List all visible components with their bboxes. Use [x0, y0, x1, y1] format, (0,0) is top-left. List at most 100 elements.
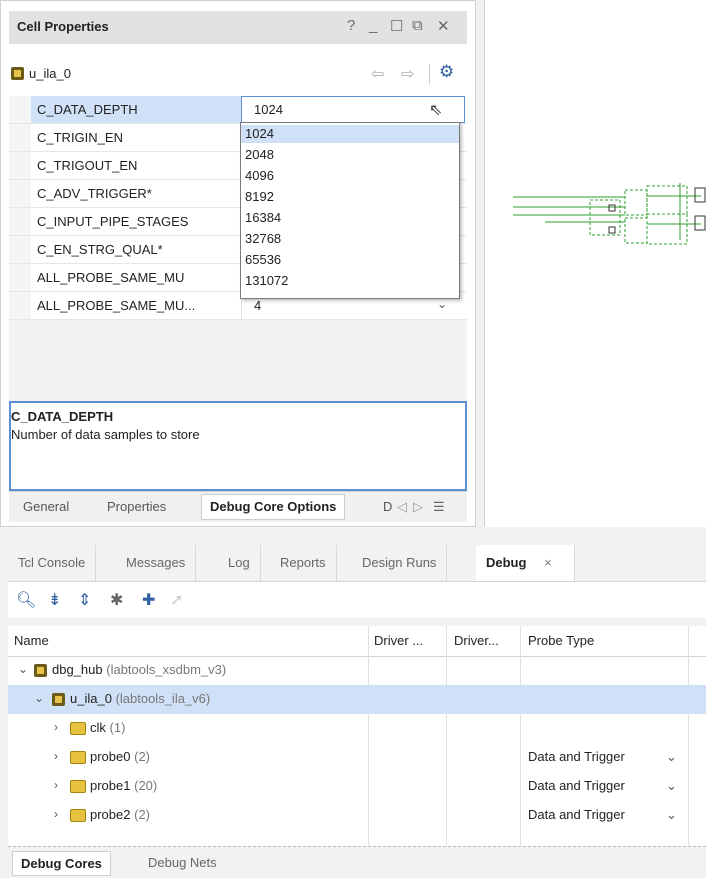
- property-name: C_EN_STRG_QUAL*: [37, 242, 163, 257]
- property-value: 1024: [254, 102, 283, 117]
- dropdown-option[interactable]: 131072: [241, 272, 459, 290]
- property-value: 4: [254, 298, 262, 313]
- gear-icon[interactable]: ⚙: [439, 62, 454, 82]
- probe-icon: [70, 809, 86, 823]
- chevron-down-icon[interactable]: ⌄: [666, 778, 677, 794]
- schematic-view[interactable]: [484, 0, 706, 527]
- back-arrow-icon[interactable]: ⇦: [371, 64, 384, 84]
- property-name: C_TRIGIN_EN: [37, 130, 123, 145]
- forward-arrow-icon[interactable]: ⇨: [401, 64, 414, 84]
- column-header-probe-type[interactable]: Probe Type: [528, 633, 594, 648]
- probe-type-value[interactable]: Data and Trigger: [528, 807, 625, 822]
- tab-log[interactable]: Log: [218, 545, 261, 581]
- tab-debug-label: Debug: [486, 555, 527, 570]
- column-header-name[interactable]: Name: [14, 633, 49, 648]
- tab-debug[interactable]: Debug ×: [476, 545, 575, 581]
- dropdown-option[interactable]: 2048: [241, 146, 459, 164]
- tab-tcl-console[interactable]: Tcl Console: [8, 545, 97, 581]
- row-gutter: [9, 180, 31, 207]
- tab-truncated[interactable]: D: [383, 499, 392, 514]
- tab-general[interactable]: General: [23, 499, 69, 514]
- row-gutter: [9, 208, 31, 235]
- row-gutter: [9, 292, 31, 319]
- tab-reports[interactable]: Reports: [270, 545, 337, 581]
- cell-chip-icon: [11, 67, 24, 80]
- toolbar-divider: [429, 64, 430, 84]
- data-depth-dropdown-list: 1024 2048 4096 8192 16384 32768 65536 13…: [240, 122, 460, 299]
- bug-icon[interactable]: ✱: [110, 590, 123, 610]
- dropdown-option[interactable]: 8192: [241, 188, 459, 206]
- table-row[interactable]: › clk (1): [8, 714, 706, 743]
- help-icon[interactable]: ?: [347, 17, 355, 34]
- object-row: u_ila_0 ⇦ ⇨ ⚙: [9, 59, 467, 89]
- disabled-action-icon[interactable]: ➚: [170, 590, 183, 610]
- tab-messages[interactable]: Messages: [116, 545, 197, 581]
- tab-debug-core-options[interactable]: Debug Core Options: [201, 494, 346, 520]
- bottom-panel-tabbar: Tcl Console Messages Log Reports Design …: [8, 545, 706, 582]
- add-icon[interactable]: ✚: [142, 590, 155, 610]
- property-row[interactable]: C_DATA_DEPTH 1024 ⇖: [9, 96, 467, 124]
- row-gutter: [9, 264, 31, 291]
- row-name: probe1 (20): [70, 778, 157, 794]
- chevron-down-icon[interactable]: ⌄: [666, 807, 677, 823]
- table-row[interactable]: › probe1 (20) Data and Trigger ⌄: [8, 772, 706, 801]
- probe-icon: [70, 780, 86, 794]
- property-name: ALL_PROBE_SAME_MU: [37, 270, 185, 285]
- table-row[interactable]: ⌄ dbg_hub (labtools_xsdbm_v3): [8, 656, 706, 685]
- chevron-right-icon[interactable]: ›: [54, 778, 58, 792]
- dropdown-option[interactable]: 32768: [241, 230, 459, 248]
- dropdown-option[interactable]: 65536: [241, 251, 459, 269]
- chevron-down-icon[interactable]: ⌄: [437, 297, 447, 311]
- description-text: Number of data samples to store: [11, 427, 200, 442]
- dropdown-option[interactable]: 1024: [241, 125, 459, 143]
- tab-debug-cores[interactable]: Debug Cores: [12, 851, 111, 876]
- collapse-all-icon[interactable]: ⇟: [48, 590, 61, 610]
- chevron-down-icon[interactable]: ⌄: [666, 749, 677, 765]
- table-row[interactable]: ⌄ u_ila_0 (labtools_ila_v6): [8, 685, 706, 714]
- tab-scroll-left-icon[interactable]: ◁: [397, 499, 407, 515]
- table-row[interactable]: › probe0 (2) Data and Trigger ⌄: [8, 743, 706, 772]
- chevron-right-icon[interactable]: ›: [54, 749, 58, 763]
- ila-chip-icon: [52, 693, 65, 706]
- search-icon[interactable]: 🔍︎: [16, 590, 36, 610]
- tab-scroll-right-icon[interactable]: ▷: [413, 499, 423, 515]
- probe-type-value[interactable]: Data and Trigger: [528, 749, 625, 764]
- table-header: Name Driver ... Driver... Probe Type: [8, 626, 706, 657]
- row-name: dbg_hub (labtools_xsdbm_v3): [52, 662, 227, 677]
- chevron-right-icon[interactable]: ›: [54, 807, 58, 821]
- debug-subtabbar: Debug Cores Debug Nets: [8, 846, 706, 878]
- expand-all-icon[interactable]: ⇕: [78, 590, 91, 610]
- debug-toolbar: 🔍︎ ⇟ ⇕ ✱ ✚ ➚: [8, 582, 706, 618]
- tab-debug-nets[interactable]: Debug Nets: [140, 851, 225, 874]
- chevron-right-icon[interactable]: ›: [54, 720, 58, 734]
- property-name: C_TRIGOUT_EN: [37, 158, 138, 173]
- schematic-drawing: [513, 183, 706, 245]
- chevron-down-icon[interactable]: ⌄: [18, 662, 28, 676]
- dropdown-option[interactable]: 16384: [241, 209, 459, 227]
- table-row[interactable]: › probe2 (2) Data and Trigger ⌄: [8, 801, 706, 830]
- maximize-icon[interactable]: ☐: [390, 17, 403, 35]
- close-icon[interactable]: ×: [544, 555, 552, 570]
- hub-chip-icon: [34, 664, 47, 677]
- minimize-icon[interactable]: _: [369, 17, 377, 34]
- window-title: Cell Properties: [17, 19, 109, 34]
- property-description: C_DATA_DEPTH Number of data samples to s…: [9, 401, 467, 491]
- close-icon[interactable]: ✕: [437, 17, 450, 35]
- property-name: ALL_PROBE_SAME_MU...: [37, 298, 196, 313]
- debug-tree-table: Name Driver ... Driver... Probe Type ⌄ d…: [8, 626, 706, 846]
- tab-design-runs[interactable]: Design Runs: [352, 545, 448, 581]
- row-gutter: [9, 96, 31, 123]
- column-header-driver2[interactable]: Driver...: [454, 633, 499, 648]
- column-header-driver1[interactable]: Driver ...: [374, 633, 423, 648]
- tab-properties[interactable]: Properties: [107, 499, 166, 514]
- float-icon[interactable]: ⧉: [412, 17, 423, 34]
- row-gutter: [9, 236, 31, 263]
- properties-tabbar: General Properties Debug Core Options D …: [9, 491, 467, 522]
- dropdown-option[interactable]: 4096: [241, 167, 459, 185]
- chevron-down-icon[interactable]: ⌄: [34, 691, 44, 705]
- property-name: C_DATA_DEPTH: [37, 102, 138, 117]
- row-gutter: [9, 124, 31, 151]
- row-gutter: [9, 152, 31, 179]
- probe-type-value[interactable]: Data and Trigger: [528, 778, 625, 793]
- tab-menu-icon[interactable]: ☰: [433, 499, 445, 515]
